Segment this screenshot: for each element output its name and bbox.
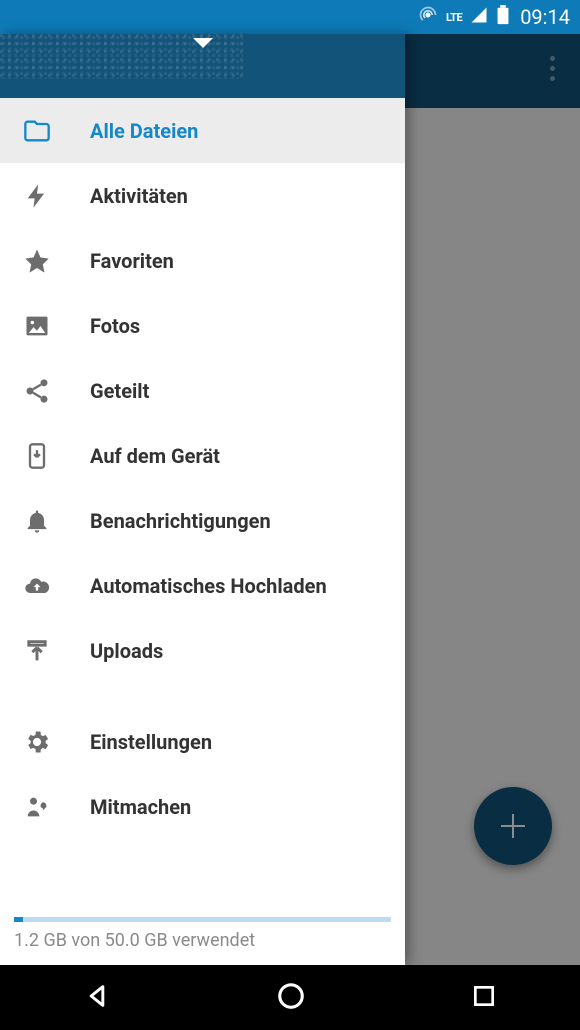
nav-item-label: Automatisches Hochladen bbox=[90, 574, 327, 598]
status-bar: LTE 09:14 bbox=[0, 0, 580, 34]
nav-item-label: Alle Dateien bbox=[90, 119, 198, 143]
upload-icon bbox=[22, 636, 52, 666]
nav-item-label: Einstellungen bbox=[90, 730, 212, 754]
battery-icon bbox=[496, 5, 510, 30]
hotspot-icon bbox=[418, 5, 438, 30]
cloud-upload-icon bbox=[22, 571, 52, 601]
overflow-menu-button[interactable] bbox=[542, 56, 562, 81]
nav-item-settings[interactable]: Einstellungen bbox=[0, 709, 405, 774]
nav-item-auto-upload[interactable]: Automatisches Hochladen bbox=[0, 553, 405, 618]
nav-item-label: Favoriten bbox=[90, 249, 174, 273]
image-icon bbox=[22, 311, 52, 341]
nav-item-favorites[interactable]: Favoriten bbox=[0, 228, 405, 293]
clock: 09:14 bbox=[520, 5, 570, 29]
add-fab[interactable] bbox=[474, 787, 552, 865]
nav-item-label: Uploads bbox=[90, 639, 163, 663]
star-icon bbox=[22, 246, 52, 276]
nav-item-participate[interactable]: Mitmachen bbox=[0, 774, 405, 839]
storage-bar bbox=[14, 917, 391, 922]
nav-item-all-files[interactable]: Alle Dateien bbox=[0, 98, 405, 163]
nav-item-label: Geteilt bbox=[90, 379, 149, 403]
home-button[interactable] bbox=[276, 981, 306, 1015]
drawer-header[interactable] bbox=[0, 34, 405, 98]
bell-icon bbox=[22, 506, 52, 536]
participate-icon bbox=[22, 792, 52, 822]
bolt-icon bbox=[22, 181, 52, 211]
nav-item-activity[interactable]: Aktivitäten bbox=[0, 163, 405, 228]
share-icon bbox=[22, 376, 52, 406]
nav-item-uploads[interactable]: Uploads bbox=[0, 618, 405, 683]
gear-icon bbox=[22, 727, 52, 757]
storage-indicator: 1.2 GB von 50.0 GB verwendet bbox=[0, 911, 405, 965]
storage-text: 1.2 GB von 50.0 GB verwendet bbox=[14, 930, 255, 951]
nav-item-notifications[interactable]: Benachrichtigungen bbox=[0, 488, 405, 553]
nav-item-photos[interactable]: Fotos bbox=[0, 293, 405, 358]
device-download-icon bbox=[22, 441, 52, 471]
folder-outline-icon bbox=[22, 116, 52, 146]
nav-item-on-device[interactable]: Auf dem Gerät bbox=[0, 423, 405, 488]
recents-button[interactable] bbox=[471, 983, 497, 1013]
drawer-divider bbox=[0, 683, 405, 709]
nav-item-label: Fotos bbox=[90, 314, 140, 338]
account-dropdown-icon[interactable] bbox=[193, 38, 213, 48]
navigation-drawer: Alle Dateien Aktivitäten Favoriten Fotos bbox=[0, 34, 405, 965]
back-button[interactable] bbox=[83, 982, 111, 1014]
nav-item-label: Benachrichtigungen bbox=[90, 509, 271, 533]
nav-item-label: Aktivitäten bbox=[90, 184, 188, 208]
nav-item-label: Mitmachen bbox=[90, 795, 191, 819]
network-type-label: LTE bbox=[446, 11, 462, 24]
signal-icon bbox=[470, 6, 488, 29]
system-nav-bar bbox=[0, 965, 580, 1030]
nav-item-shared[interactable]: Geteilt bbox=[0, 358, 405, 423]
nav-item-label: Auf dem Gerät bbox=[90, 444, 220, 468]
